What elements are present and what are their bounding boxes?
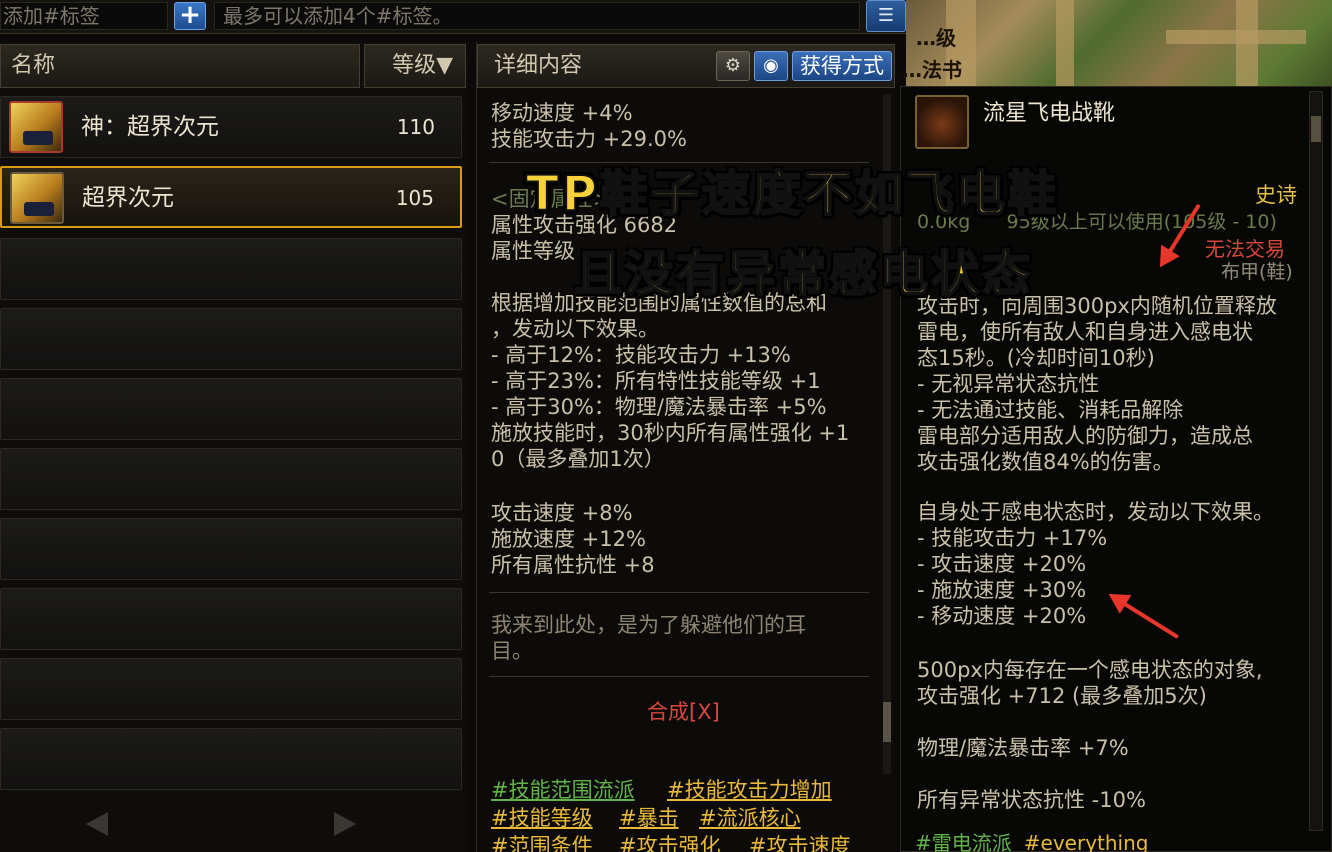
list-item-selected[interactable]: 超界次元 105 — [0, 166, 462, 228]
item-icon — [9, 101, 63, 153]
effect-line: - 施放速度 +30% — [917, 578, 1087, 602]
effect-line: 自身处于感电状态时，发动以下效果。 — [917, 500, 1274, 524]
empty-list-slot[interactable] — [0, 518, 462, 580]
eye-icon[interactable]: ◉ — [754, 51, 788, 81]
divider — [489, 592, 869, 593]
tag-link[interactable]: #范围条件 — [491, 830, 593, 852]
tag-bar: 添加#标签 + 最多可以添加4个#标签。 ☰ — [0, 0, 918, 34]
stat-line: 技能攻击力 +29.0% — [491, 127, 687, 151]
background-text: …级 — [916, 26, 956, 50]
effect-line: - 攻击速度 +20% — [917, 552, 1087, 576]
item-name: 超界次元 — [82, 185, 174, 211]
item-part: 布甲(鞋) — [1221, 261, 1293, 283]
empty-list-slot[interactable] — [0, 588, 462, 650]
stat-line: 所有异常状态抗性 -10% — [917, 788, 1146, 812]
tag-link[interactable]: #暴击 — [619, 802, 679, 832]
overlay-caption: 且没有异常感电状态 — [573, 245, 1034, 303]
detail-title: 详细内容 — [494, 53, 583, 78]
divider — [489, 676, 869, 677]
column-header-name[interactable]: 名称 — [0, 44, 360, 88]
effect-line: 雷电部分适用敌人的防御力，造成总 — [917, 424, 1253, 448]
stat-line: 攻击速度 +8% — [491, 501, 633, 525]
tag-link[interactable]: #攻击强化 — [619, 830, 721, 852]
list-header: 名称 等级▼ — [0, 44, 468, 88]
item-level: 105 — [395, 186, 434, 210]
tag-link[interactable]: #技能等级 — [491, 802, 593, 832]
prev-page-arrow-icon[interactable] — [86, 812, 108, 836]
list-view-button[interactable]: ☰ — [866, 0, 906, 32]
tag-link[interactable]: #攻击速度 — [749, 830, 851, 852]
tag-link[interactable]: #技能范围流派 — [491, 774, 635, 804]
next-page-arrow-icon[interactable] — [334, 812, 356, 836]
obtain-method-button[interactable]: 获得方式 — [792, 51, 892, 81]
boots-icon — [915, 95, 969, 149]
gear-icon[interactable]: ⚙ — [716, 51, 750, 81]
tag-hint-field[interactable]: 最多可以添加4个#标签。 — [214, 2, 860, 30]
effect-line: - 高于30%：物理/魔法暴击率 +5% — [491, 395, 827, 419]
list-item[interactable]: 神：超界次元 110 — [0, 96, 462, 158]
synthesis-status: 合成[X] — [647, 700, 720, 724]
empty-list-slot[interactable] — [0, 238, 462, 300]
effect-line: 0（最多叠加1次） — [491, 447, 665, 471]
tag-link[interactable]: #技能攻击力增加 — [667, 774, 832, 804]
background-text: …法书 — [902, 58, 962, 82]
stat-line: 属性等级 — [491, 239, 575, 263]
effect-line: - 无视异常状态抗性 — [917, 372, 1100, 396]
tooltip-scrollbar[interactable] — [1309, 91, 1323, 831]
effect-line: - 高于23%：所有特性技能等级 +1 — [491, 369, 821, 393]
tag-link[interactable]: #雷电流派 — [915, 831, 1012, 852]
stat-line: 物理/魔法暴击率 +7% — [917, 736, 1129, 760]
empty-list-slot[interactable] — [0, 378, 462, 440]
tooltip-tags: #雷电流派 #everything — [915, 827, 1148, 852]
tag-link[interactable]: #everything — [1024, 831, 1149, 852]
effect-line: 雷电，使所有敌人和自身进入感电状 — [917, 320, 1253, 344]
stat-line: 移动速度 +4% — [491, 101, 633, 125]
effect-line: 施放技能时，30秒内所有属性强化 +1 — [491, 421, 850, 445]
tooltip-item-name: 流星飞电战靴 — [983, 101, 1116, 126]
effect-line: - 无法通过技能、消耗品解除 — [917, 398, 1184, 422]
item-level: 110 — [396, 115, 435, 139]
effect-line: 态15秒。(冷却时间10秒) — [917, 346, 1155, 370]
item-grade: 史诗 — [1255, 183, 1297, 207]
effect-line: - 移动速度 +20% — [917, 604, 1087, 628]
game-background — [906, 0, 1332, 86]
effect-line: 500px内每存在一个感电状态的对象, — [917, 658, 1263, 682]
empty-list-slot[interactable] — [0, 308, 462, 370]
scroll-thumb[interactable] — [1311, 116, 1321, 142]
empty-list-slot[interactable] — [0, 728, 462, 790]
stat-line: 施放速度 +12% — [491, 527, 646, 551]
detail-header: 详细内容 ⚙ ◉ 获得方式 — [477, 44, 895, 88]
effect-line: - 高于12%：技能攻击力 +13% — [491, 343, 791, 367]
stat-line: 所有属性抗性 +8 — [491, 553, 655, 577]
effect-line: 攻击强化数值84%的伤害。 — [917, 450, 1174, 474]
scroll-thumb[interactable] — [883, 702, 891, 742]
effect-line: - 技能攻击力 +17% — [917, 526, 1108, 550]
overlay-caption: TP鞋子速度不如飞电鞋 — [525, 165, 1059, 223]
flavor-text: 我来到此处，是为了躲避他们的耳 — [491, 613, 806, 637]
tag-input[interactable]: 添加#标签 — [0, 2, 168, 30]
effect-line: ，发动以下效果。 — [491, 317, 659, 341]
empty-list-slot[interactable] — [0, 448, 462, 510]
column-header-level-sort[interactable]: 等级▼ — [364, 44, 466, 88]
item-icon — [10, 172, 64, 224]
effect-line: 攻击强化 +712 (最多叠加5次) — [917, 684, 1207, 708]
add-tag-button[interactable]: + — [174, 2, 206, 30]
empty-list-slot[interactable] — [0, 658, 462, 720]
item-list-panel: 名称 等级▼ 神：超界次元 110 超界次元 105 — [0, 42, 468, 852]
tag-list: #技能范围流派 #技能攻击力增加 #技能等级 #暴击 #流派核心 #范围条件 #… — [477, 762, 895, 852]
flavor-text: 目。 — [491, 639, 533, 663]
tag-link[interactable]: #流派核心 — [699, 802, 801, 832]
item-name: 神：超界次元 — [81, 114, 219, 140]
